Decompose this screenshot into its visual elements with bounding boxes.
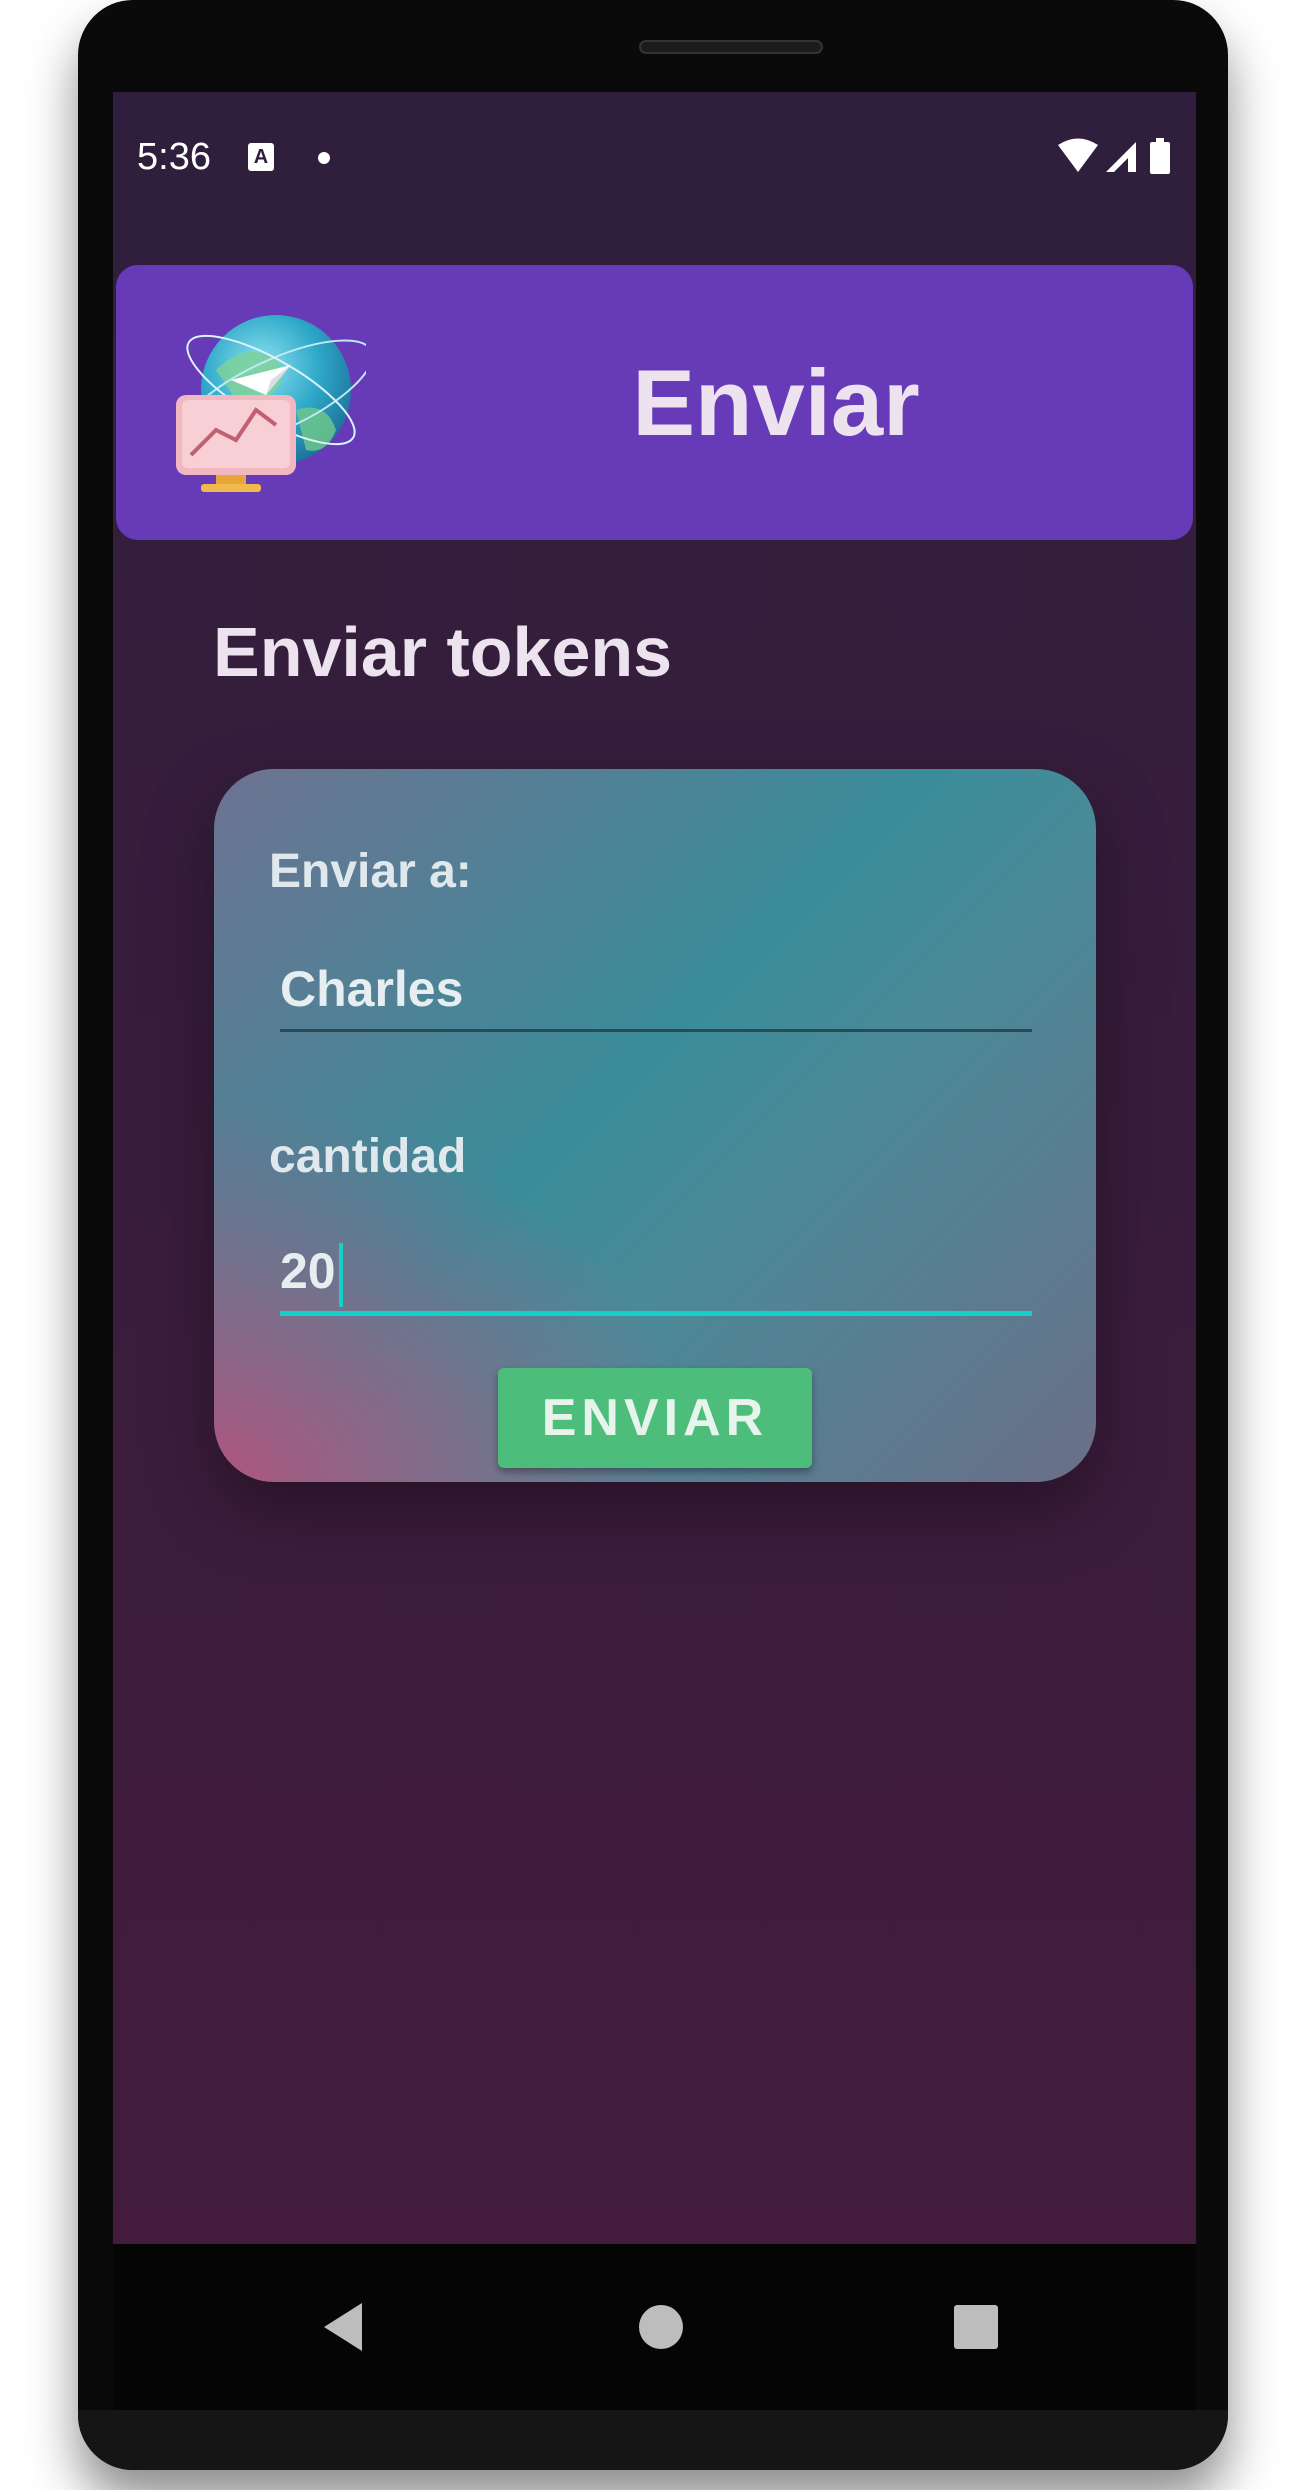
globe-send-logo-icon — [156, 300, 374, 505]
home-icon[interactable] — [633, 2299, 689, 2360]
signal-icon — [1106, 142, 1136, 172]
send-form-card: Enviar a: Charles cantidad 20 ENVIAR — [214, 769, 1096, 1482]
battery-icon — [1150, 138, 1170, 174]
phone-chin — [78, 2410, 1228, 2470]
app-bar: Enviar — [116, 265, 1193, 540]
send-button[interactable]: ENVIAR — [498, 1368, 812, 1468]
page-title: Enviar tokens — [213, 613, 673, 691]
text-caret — [338, 1242, 343, 1307]
status-time: 5:36 — [137, 136, 211, 178]
app-title: Enviar — [632, 350, 920, 455]
status-bar: 5:36 A — [113, 132, 1196, 182]
device-mockup: 5:36 A Enviar Enviar tokens Enviar a: Ch… — [0, 0, 1305, 2490]
keyboard-a-icon: A — [248, 143, 274, 171]
notification-dot-icon — [318, 152, 330, 164]
amount-input[interactable]: 20 — [280, 1231, 1032, 1316]
back-icon[interactable] — [318, 2299, 366, 2360]
wifi-icon — [1058, 138, 1098, 172]
speaker-grille — [639, 40, 823, 54]
status-icons — [1056, 136, 1176, 178]
recipient-label: Enviar a: — [269, 845, 472, 898]
system-nav-bar — [113, 2244, 1196, 2410]
amount-value: 20 — [280, 1243, 336, 1299]
recipient-input[interactable]: Charles — [280, 949, 1032, 1032]
recipient-value: Charles — [280, 961, 464, 1017]
amount-label: cantidad — [269, 1130, 467, 1183]
app-screen: 5:36 A Enviar Enviar tokens Enviar a: Ch… — [113, 92, 1196, 2244]
recents-icon[interactable] — [948, 2299, 1004, 2360]
